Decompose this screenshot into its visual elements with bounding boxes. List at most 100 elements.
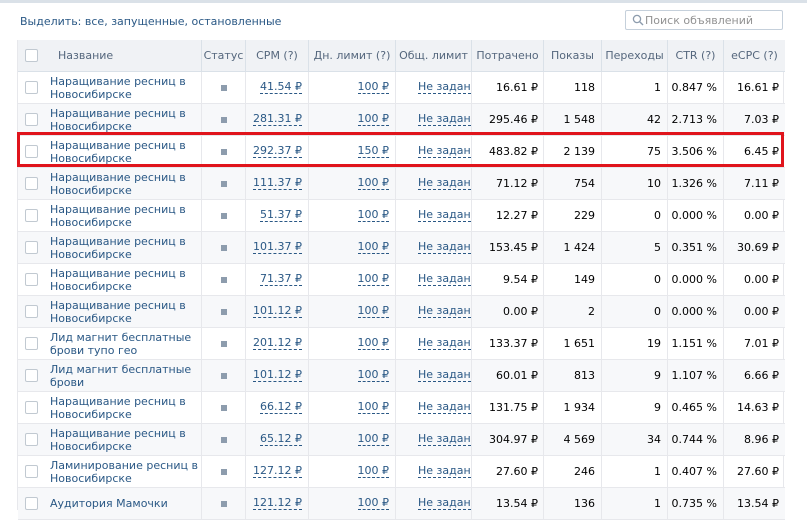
table-row[interactable]: Наращивание ресниц в Новосибирске 292.37…	[18, 136, 785, 168]
day-limit-value[interactable]: 100 ₽	[357, 209, 389, 222]
cpm-value[interactable]: 66.12 ₽	[260, 401, 302, 414]
table-row[interactable]: Наращивание ресниц в Новосибирске 51.37 …	[18, 200, 785, 232]
total-limit-value[interactable]: Не задан	[418, 113, 471, 126]
header-name[interactable]: Название	[44, 40, 219, 71]
status-stopped-icon[interactable]	[220, 84, 227, 91]
table-row[interactable]: Наращивание ресниц в Новосибирске 101.12…	[18, 296, 785, 328]
header-status[interactable]: Статус	[201, 40, 245, 71]
header-cpm[interactable]: CPM (?)	[245, 40, 308, 71]
row-checkbox[interactable]	[24, 113, 38, 126]
table-row[interactable]: Наращивание ресниц в Новосибирске 111.37…	[18, 168, 785, 200]
select-stopped-link[interactable]: остановленные	[191, 15, 281, 28]
ad-name-link[interactable]: Наращивание ресниц в Новосибирске	[50, 427, 219, 453]
row-checkbox[interactable]	[24, 465, 38, 478]
total-limit-value[interactable]: Не задан	[418, 273, 471, 286]
ad-name-link[interactable]: Наращивание ресниц в Новосибирске	[50, 235, 219, 261]
table-row[interactable]: Наращивание ресниц в Новосибирске 66.12 …	[18, 392, 785, 424]
header-spent[interactable]: Потрачено	[471, 40, 543, 71]
day-limit-value[interactable]: 100 ₽	[357, 337, 389, 350]
day-limit-value[interactable]: 100 ₽	[357, 305, 389, 318]
ad-name-link[interactable]: Наращивание ресниц в Новосибирске	[50, 171, 219, 197]
day-limit-value[interactable]: 100 ₽	[357, 81, 389, 94]
row-checkbox[interactable]	[24, 305, 38, 318]
status-stopped-icon[interactable]	[220, 468, 227, 475]
total-limit-value[interactable]: Не задан	[418, 369, 471, 382]
table-row[interactable]: Лид магнит бесплатные брови тупо гео 201…	[18, 328, 785, 360]
row-checkbox[interactable]	[24, 369, 38, 382]
header-ctr[interactable]: CTR (?)	[667, 40, 723, 71]
status-stopped-icon[interactable]	[220, 116, 227, 123]
header-shows[interactable]: Показы	[543, 40, 601, 71]
cpm-value[interactable]: 101.12 ₽	[253, 369, 302, 382]
ad-name-link[interactable]: Наращивание ресниц в Новосибирске	[50, 267, 219, 293]
table-row[interactable]: Ламинирование ресниц в Новосибирске 127.…	[18, 456, 785, 488]
total-limit-value[interactable]: Не задан	[418, 337, 471, 350]
status-stopped-icon[interactable]	[220, 308, 227, 315]
search-input[interactable]: Поиск объявлений	[625, 10, 783, 30]
total-limit-value[interactable]: Не задан	[418, 465, 471, 478]
cpm-value[interactable]: 101.37 ₽	[253, 241, 302, 254]
row-checkbox[interactable]	[24, 177, 38, 190]
cpm-value[interactable]: 201.12 ₽	[253, 337, 302, 350]
status-stopped-icon[interactable]	[220, 212, 227, 219]
cpm-value[interactable]: 51.37 ₽	[260, 209, 302, 222]
day-limit-value[interactable]: 100 ₽	[357, 433, 389, 446]
row-checkbox[interactable]	[24, 81, 38, 94]
ad-name-link[interactable]: Наращивание ресниц в Новосибирске	[50, 299, 219, 325]
day-limit-value[interactable]: 100 ₽	[357, 273, 389, 286]
table-row[interactable]: Наращивание ресниц в Новосибирске 71.37 …	[18, 264, 785, 296]
total-limit-value[interactable]: Не задан	[418, 209, 471, 222]
day-limit-value[interactable]: 100 ₽	[357, 241, 389, 254]
select-all-checkbox[interactable]	[24, 49, 38, 62]
day-limit-value[interactable]: 100 ₽	[357, 401, 389, 414]
cpm-value[interactable]: 71.37 ₽	[260, 273, 302, 286]
row-checkbox[interactable]	[24, 273, 38, 286]
row-checkbox[interactable]	[24, 145, 38, 158]
row-checkbox[interactable]	[24, 241, 38, 254]
table-row[interactable]: Аудитория Мамочки 121.12 ₽ 100 ₽ Не зада…	[18, 488, 785, 520]
ad-name-link[interactable]: Наращивание ресниц в Новосибирске	[50, 75, 219, 101]
day-limit-value[interactable]: 100 ₽	[357, 465, 389, 478]
row-checkbox[interactable]	[24, 209, 38, 222]
ad-name-link[interactable]: Наращивание ресниц в Новосибирске	[50, 395, 219, 421]
status-stopped-icon[interactable]	[220, 340, 227, 347]
status-stopped-icon[interactable]	[220, 436, 227, 443]
table-row[interactable]: Наращивание ресниц в Новосибирске 281.31…	[18, 104, 785, 136]
total-limit-value[interactable]: Не задан	[418, 401, 471, 414]
select-all-link[interactable]: все	[85, 15, 104, 28]
day-limit-value[interactable]: 100 ₽	[357, 113, 389, 126]
table-row[interactable]: Наращивание ресниц в Новосибирске 65.12 …	[18, 424, 785, 456]
ad-name-link[interactable]: Наращивание ресниц в Новосибирске	[50, 107, 219, 133]
total-limit-value[interactable]: Не задан	[418, 81, 471, 94]
status-stopped-icon[interactable]	[220, 404, 227, 411]
total-limit-value[interactable]: Не задан	[418, 177, 471, 190]
ad-name-link[interactable]: Наращивание ресниц в Новосибирске	[50, 139, 219, 165]
status-stopped-icon[interactable]	[220, 244, 227, 251]
header-day-limit[interactable]: Дн. лимит (?)	[308, 40, 395, 71]
status-stopped-icon[interactable]	[220, 276, 227, 283]
cpm-value[interactable]: 41.54 ₽	[260, 81, 302, 94]
cpm-value[interactable]: 292.37 ₽	[253, 145, 302, 158]
ad-name-link[interactable]: Наращивание ресниц в Новосибирске	[50, 203, 219, 229]
day-limit-value[interactable]: 100 ₽	[357, 369, 389, 382]
header-clicks[interactable]: Переходы	[601, 40, 667, 71]
cpm-value[interactable]: 127.12 ₽	[253, 465, 302, 478]
ad-name-link[interactable]: Лид магнит бесплатные брови	[50, 363, 219, 389]
day-limit-value[interactable]: 100 ₽	[357, 177, 389, 190]
ad-name-link[interactable]: Ламинирование ресниц в Новосибирске	[50, 459, 219, 485]
row-checkbox[interactable]	[24, 337, 38, 350]
header-total-limit[interactable]: Общ. лимит	[395, 40, 471, 71]
total-limit-value[interactable]: Не задан	[418, 145, 471, 158]
status-stopped-icon[interactable]	[220, 372, 227, 379]
row-checkbox[interactable]	[24, 401, 38, 414]
status-stopped-icon[interactable]	[220, 148, 227, 155]
cpm-value[interactable]: 101.12 ₽	[253, 305, 302, 318]
select-running-link[interactable]: запущенные	[111, 15, 184, 28]
ad-name-link[interactable]: Лид магнит бесплатные брови тупо гео	[50, 331, 219, 357]
cpm-value[interactable]: 65.12 ₽	[260, 433, 302, 446]
table-row[interactable]: Лид магнит бесплатные брови 101.12 ₽ 100…	[18, 360, 785, 392]
table-row[interactable]: Наращивание ресниц в Новосибирске 101.37…	[18, 232, 785, 264]
row-checkbox[interactable]	[24, 433, 38, 446]
day-limit-value[interactable]: 150 ₽	[357, 145, 389, 158]
cpm-value[interactable]: 281.31 ₽	[253, 113, 302, 126]
